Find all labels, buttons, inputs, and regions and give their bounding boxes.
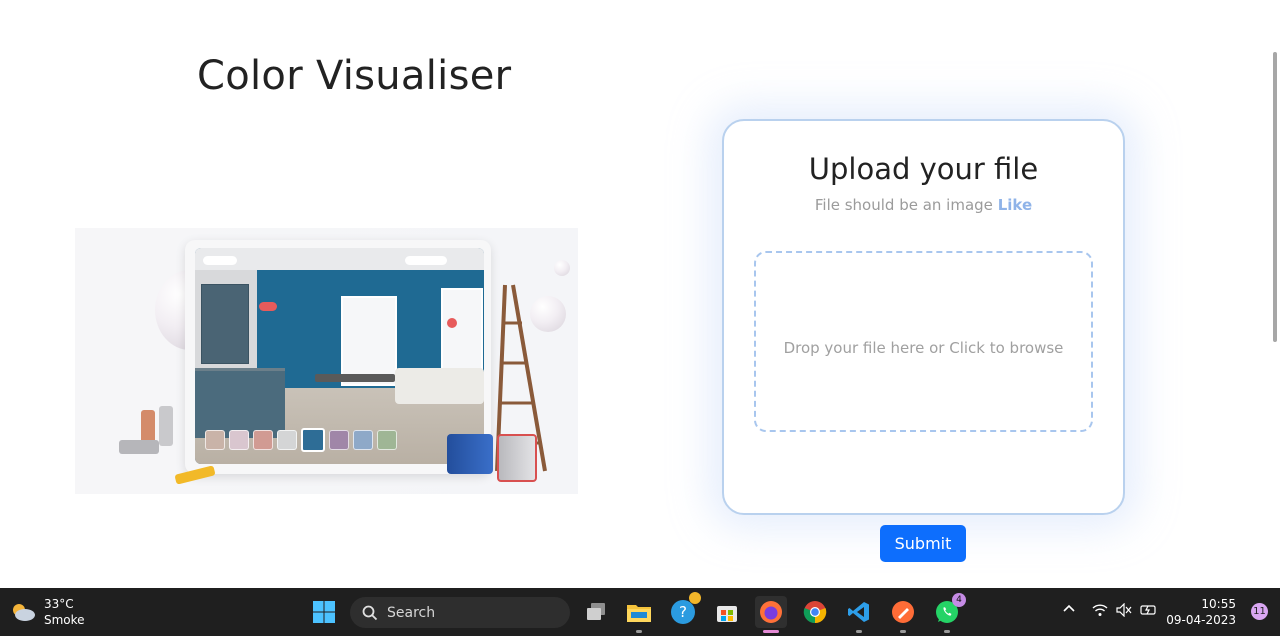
cloudy-sun-icon xyxy=(10,602,36,622)
color-swatch xyxy=(377,430,397,450)
room-preview xyxy=(195,248,484,464)
file-explorer-icon[interactable] xyxy=(623,596,655,633)
color-swatch xyxy=(277,430,297,450)
vscode-icon[interactable] xyxy=(843,596,875,633)
file-dropzone[interactable]: Drop your file here or Click to browse xyxy=(754,251,1093,432)
taskbar: 33°C Smoke Search ? 4 10:55 09-04-2023 1… xyxy=(0,588,1280,636)
paint-can xyxy=(447,434,493,474)
whatsapp-icon[interactable]: 4 xyxy=(931,593,966,633)
color-swatch xyxy=(205,430,225,450)
upload-hint: File should be an image Like xyxy=(722,196,1125,214)
color-swatch xyxy=(353,430,373,450)
clock-time: 10:55 xyxy=(1201,597,1236,611)
wifi-icon[interactable] xyxy=(1092,603,1108,621)
task-view-icon[interactable] xyxy=(580,596,612,628)
upload-hint-text: File should be an image xyxy=(814,196,993,214)
search-icon xyxy=(362,605,378,620)
upload-hint-like: Like xyxy=(997,196,1033,214)
dropzone-text: Drop your file here or Click to browse xyxy=(783,339,1064,357)
scrollbar-thumb[interactable] xyxy=(1273,52,1277,342)
color-swatch xyxy=(253,430,273,450)
firefox-icon[interactable] xyxy=(755,596,787,633)
clock-date: 09-04-2023 xyxy=(1166,613,1236,627)
whatsapp-badge: 4 xyxy=(952,593,966,607)
color-swatch-row xyxy=(205,428,397,452)
start-button[interactable] xyxy=(308,596,340,628)
chrome-icon[interactable] xyxy=(799,596,831,628)
browser-page: Color Visualiser Upload your file File s… xyxy=(0,0,1280,588)
chevron-up-icon[interactable] xyxy=(1062,602,1076,620)
help-icon[interactable]: ? xyxy=(667,592,701,628)
speaker-muted-icon[interactable] xyxy=(1116,602,1132,621)
page-title: Color Visualiser xyxy=(197,53,512,99)
search-label: Search xyxy=(387,604,436,621)
postman-icon[interactable] xyxy=(887,596,919,633)
color-swatch xyxy=(301,428,325,452)
app-active-indicator xyxy=(763,630,779,633)
system-clock[interactable]: 10:55 09-04-2023 xyxy=(1166,596,1236,628)
color-swatch xyxy=(329,430,349,450)
svg-text:?: ? xyxy=(679,603,687,621)
microsoft-store-icon[interactable] xyxy=(711,596,743,628)
app-running-indicator xyxy=(856,630,862,633)
notification-badge[interactable]: 11 xyxy=(1251,603,1268,620)
spray-can xyxy=(119,440,159,454)
app-running-indicator xyxy=(636,630,642,633)
hero-illustration xyxy=(75,228,578,494)
color-swatch xyxy=(229,430,249,450)
tablet-mockup xyxy=(185,240,491,474)
decorative-sphere xyxy=(554,260,570,276)
spray-can xyxy=(159,406,173,446)
app-running-indicator xyxy=(900,630,906,633)
submit-button[interactable]: Submit xyxy=(880,525,966,562)
upload-heading: Upload your file xyxy=(808,152,1039,186)
taskbar-search[interactable]: Search xyxy=(350,597,570,628)
battery-charging-icon[interactable] xyxy=(1140,603,1158,621)
help-notification-dot xyxy=(689,592,701,604)
weather-widget[interactable]: 33°C Smoke xyxy=(10,596,85,628)
windows-logo-icon xyxy=(313,601,335,623)
page-scrollbar[interactable] xyxy=(1268,0,1280,588)
app-running-indicator xyxy=(944,630,950,633)
paint-can xyxy=(497,434,537,482)
weather-condition: Smoke xyxy=(44,613,85,627)
weather-temp: 33°C xyxy=(44,597,74,611)
